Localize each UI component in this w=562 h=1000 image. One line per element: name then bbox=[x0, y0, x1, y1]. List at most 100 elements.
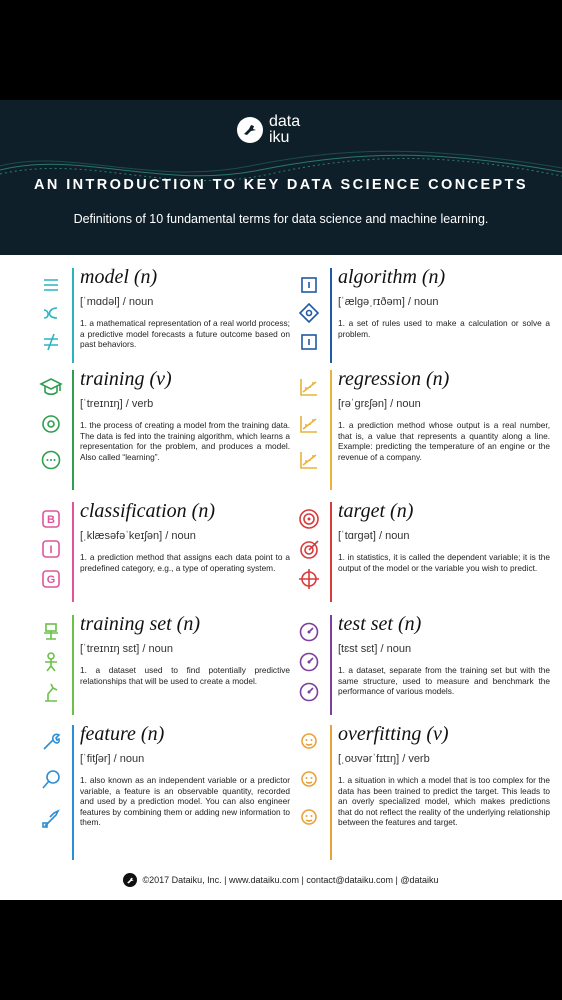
term-heading: target (n) bbox=[338, 500, 414, 522]
bird-logo-icon bbox=[123, 873, 138, 887]
not-equal-icon bbox=[34, 325, 68, 359]
definition-text: 1. a situation in which a model that is … bbox=[338, 775, 550, 828]
page-title: AN INTRODUCTION TO KEY DATA SCIENCE CONC… bbox=[34, 177, 528, 193]
footer: ©2017 Dataiku, Inc. | www.dataiku.com | … bbox=[0, 873, 562, 887]
pronunciation: [ˈtreɪnɪŋ] / verb bbox=[80, 398, 154, 410]
accent-divider bbox=[330, 725, 332, 860]
term-heading: training (v) bbox=[80, 368, 172, 390]
glossary-entry-test-set: test set (n) [tɛst sɛt] / noun 1. a datase… bbox=[292, 613, 556, 715]
term-heading: classification (n) bbox=[80, 500, 215, 522]
entry-icons bbox=[34, 615, 74, 715]
definition-text: 1. a prediction method whose output is a… bbox=[338, 420, 550, 462]
hear-no-evil-monkey-icon bbox=[292, 763, 326, 797]
target-icon bbox=[292, 502, 326, 536]
entry-icons bbox=[292, 725, 332, 860]
svg-text:G: G bbox=[47, 574, 56, 586]
entry-icons bbox=[292, 268, 332, 363]
glossary-entry-regression: regression (n) [rəˈgrɛʃən] / noun 1. a pre… bbox=[292, 368, 556, 490]
bird-logo-icon bbox=[237, 117, 263, 143]
speak-no-evil-monkey-icon bbox=[292, 801, 326, 835]
glossary-entry-feature: feature (n) [ˈfitʃər] / noun 1. also known… bbox=[34, 723, 298, 860]
glossary-entry-model: model (n) [ˈmɑdəl] / noun 1. a mathematica… bbox=[34, 266, 298, 363]
definition-text: 1. also known as an independent variable… bbox=[80, 775, 290, 828]
entry-icons bbox=[34, 725, 74, 860]
wrench-icon bbox=[34, 725, 68, 759]
logo-text-line1: data bbox=[269, 113, 301, 130]
page-subtitle: Definitions of 10 fundamental terms for … bbox=[73, 212, 489, 226]
header-banner: data iku AN INTRODUCTION TO KEY DATA SCI… bbox=[0, 100, 562, 255]
category-i-icon: I bbox=[34, 532, 68, 566]
entry-icons bbox=[292, 615, 332, 715]
pronunciation: [ˈtɑrgət] / noun bbox=[338, 530, 410, 542]
logo-text-line2: iku bbox=[269, 129, 290, 146]
definition-text: 1. a prediction method that assigns each… bbox=[80, 552, 290, 573]
crosshair-icon bbox=[292, 562, 326, 596]
glossary-entry-classification: B I Gclassification (n) [ˌklæsəfəˈkeɪʃən] /… bbox=[34, 500, 298, 602]
svg-text:B: B bbox=[47, 514, 55, 526]
scatter-plot-icon bbox=[292, 370, 326, 404]
definition-text: 1. a dataset used to find potentially pr… bbox=[80, 665, 290, 686]
svg-text:I: I bbox=[49, 544, 52, 556]
see-no-evil-monkey-icon bbox=[292, 725, 326, 759]
scatter-plot-icon bbox=[292, 443, 326, 477]
entry-icons bbox=[292, 502, 332, 602]
robot-arm-icon bbox=[34, 675, 68, 709]
dataiku-logo: data iku bbox=[237, 114, 300, 146]
target-arrow-icon bbox=[292, 532, 326, 566]
pronunciation: [ˈælgəˌrɪðəm] / noun bbox=[338, 296, 439, 308]
pronunciation: [ˈfitʃər] / noun bbox=[80, 753, 145, 765]
glossary-entry-algorithm: algorithm (n) [ˈælgəˌrɪðəm] / noun 1. a se… bbox=[292, 266, 556, 363]
entry-icons bbox=[34, 268, 74, 363]
term-heading: feature (n) bbox=[80, 723, 165, 745]
screwdriver-icon bbox=[34, 801, 68, 835]
graduation-cap-icon bbox=[34, 370, 68, 404]
accent-divider bbox=[330, 370, 332, 490]
term-heading: algorithm (n) bbox=[338, 266, 446, 288]
pronunciation: [tɛst sɛt] / noun bbox=[338, 643, 412, 655]
robot-icon bbox=[34, 615, 68, 649]
accent-divider bbox=[330, 268, 332, 363]
glossary-entry-overfitting: overfitting (v) [ˌoʊvərˈfɪtɪŋ] / verb 1. a… bbox=[292, 723, 556, 860]
accent-divider bbox=[72, 615, 74, 715]
pronunciation: [ˌoʊvərˈfɪtɪŋ] / verb bbox=[338, 753, 430, 765]
chat-bubble-icon bbox=[34, 443, 68, 477]
pronunciation: [ˌklæsəfəˈkeɪʃən] / noun bbox=[80, 530, 196, 542]
term-heading: training set (n) bbox=[80, 613, 200, 635]
gauge-icon bbox=[292, 615, 326, 649]
category-b-icon: B bbox=[34, 502, 68, 536]
accent-divider bbox=[330, 502, 332, 602]
glossary-entry-training-set: training set (n) [ˈtreɪnɪŋ sɛt] / noun 1. … bbox=[34, 613, 298, 715]
pronunciation: [ˈmɑdəl] / noun bbox=[80, 296, 154, 308]
magnifier-icon bbox=[34, 763, 68, 797]
accent-divider bbox=[72, 502, 74, 602]
pronunciation: [rəˈgrɛʃən] / noun bbox=[338, 398, 421, 410]
gauge-icon bbox=[292, 645, 326, 679]
glossary-entry-target: target (n) [ˈtɑrgət] / noun 1. in statisti… bbox=[292, 500, 556, 602]
footer-text: ©2017 Dataiku, Inc. | www.dataiku.com | … bbox=[142, 875, 439, 885]
infographic-poster: data iku AN INTRODUCTION TO KEY DATA SCI… bbox=[0, 100, 562, 900]
scatter-plot-icon bbox=[292, 407, 326, 441]
entry-icons: B I G bbox=[34, 502, 74, 602]
definition-text: 1. a mathematical representation of a re… bbox=[80, 318, 290, 350]
brain-gear-icon bbox=[34, 407, 68, 441]
accent-divider bbox=[72, 268, 74, 363]
accent-divider bbox=[330, 615, 332, 715]
definition-text: 1. the process of creating a model from … bbox=[80, 420, 290, 462]
accent-divider bbox=[72, 370, 74, 490]
term-heading: model (n) bbox=[80, 266, 158, 288]
category-g-icon: G bbox=[34, 562, 68, 596]
glossary-entry-training: training (v) [ˈtreɪnɪŋ] / verb 1. the proc… bbox=[34, 368, 298, 490]
flowchart-box-icon bbox=[292, 325, 326, 359]
term-heading: regression (n) bbox=[338, 368, 450, 390]
term-heading: test set (n) bbox=[338, 613, 422, 635]
definition-text: 1. a set of rules used to make a calcula… bbox=[338, 318, 550, 339]
accent-divider bbox=[72, 725, 74, 860]
definition-text: 1. a dataset, separate from the training… bbox=[338, 665, 550, 697]
definition-text: 1. in statistics, it is called the depen… bbox=[338, 552, 550, 573]
entry-icons bbox=[34, 370, 74, 490]
entry-icons bbox=[292, 370, 332, 490]
term-heading: overfitting (v) bbox=[338, 723, 449, 745]
pronunciation: [ˈtreɪnɪŋ sɛt] / noun bbox=[80, 643, 173, 655]
person-icon bbox=[34, 645, 68, 679]
gauge-icon bbox=[292, 675, 326, 709]
